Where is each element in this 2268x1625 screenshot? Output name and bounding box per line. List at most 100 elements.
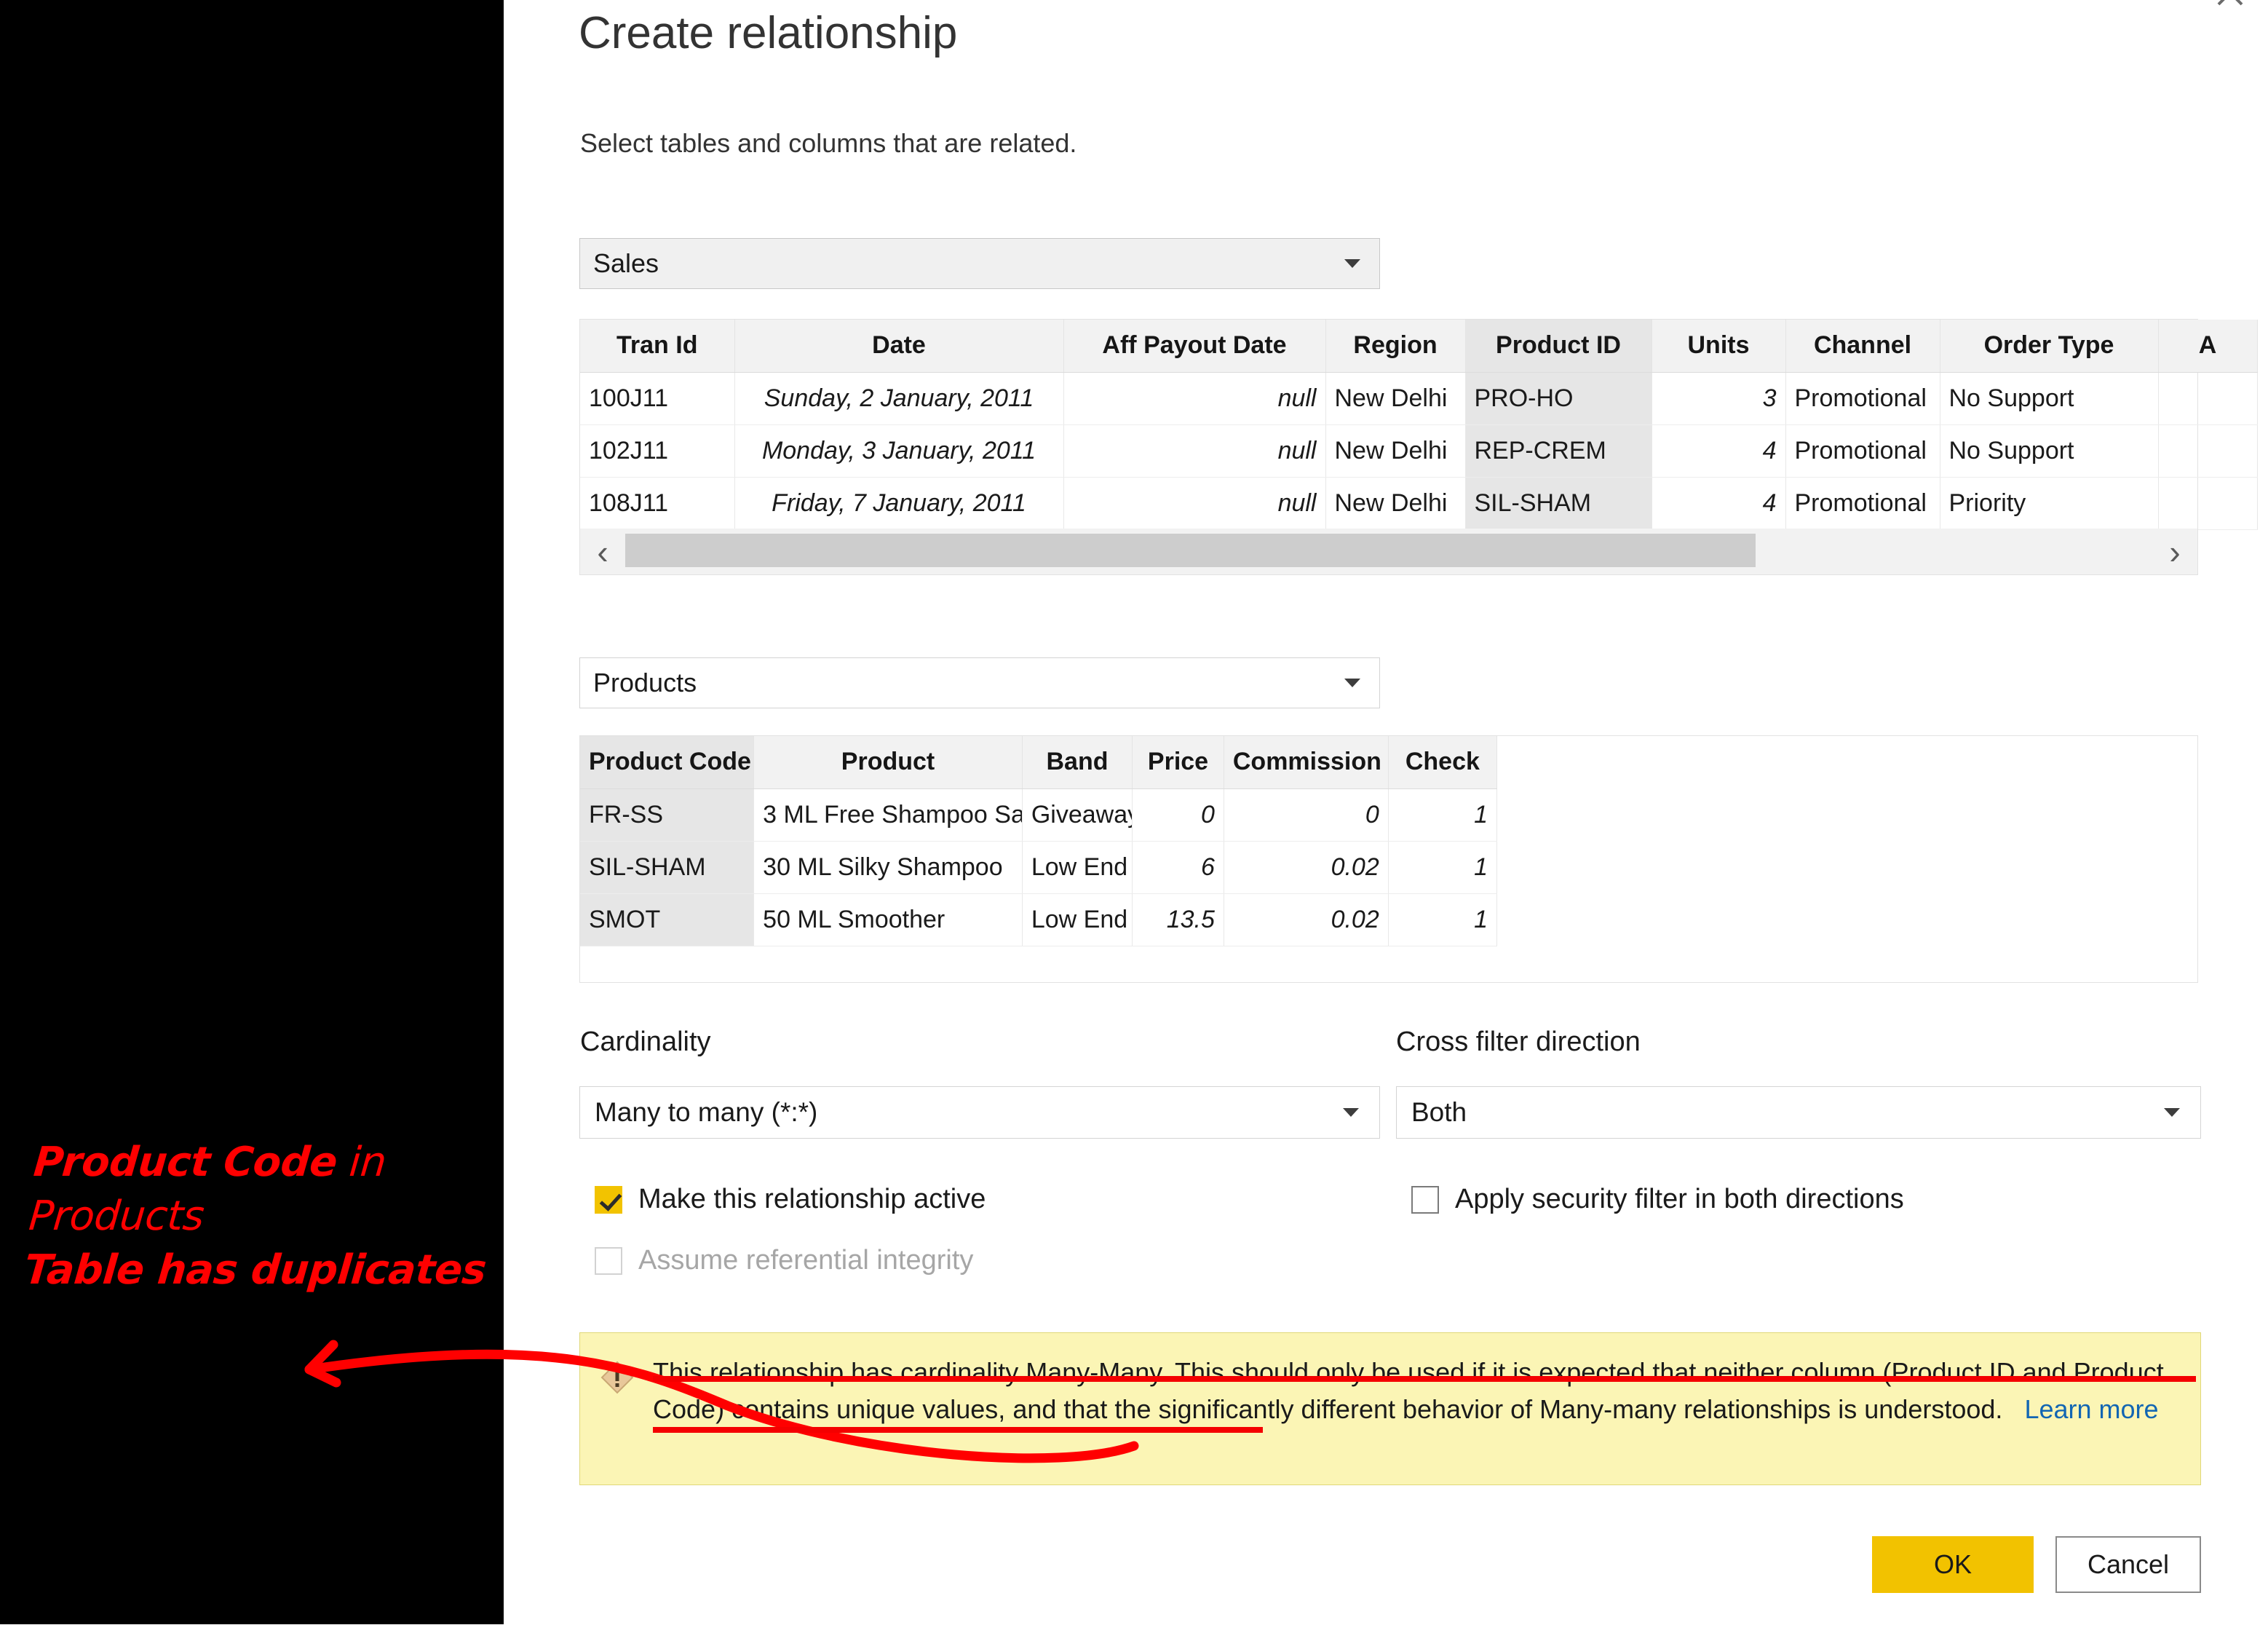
make-relationship-active-label: Make this relationship active (638, 1184, 986, 1214)
related-table-select[interactable]: Products (579, 657, 1380, 708)
cell-tran-id: 102J11 (580, 424, 735, 478)
ok-button[interactable]: OK (1872, 1536, 2034, 1593)
cell-band: Low End (1022, 841, 1133, 894)
cell-region: New Delhi (1325, 372, 1466, 425)
table-row[interactable]: FR-SS 3 ML Free Shampoo Sachet Giveaways… (580, 788, 1498, 842)
table-row[interactable]: SIL-SHAM 30 ML Silky Shampoo Low End 6 0… (580, 841, 1498, 894)
cell-extra (2158, 372, 2258, 425)
cell-product-code: SIL-SHAM (580, 841, 755, 894)
col-channel[interactable]: Channel (1785, 320, 1940, 373)
table-row[interactable]: SMOT 50 ML Smoother Low End 13.5 0.02 1 (580, 893, 1498, 946)
cell-product-code: SMOT (580, 893, 755, 946)
cell-product-id: PRO-HO (1465, 372, 1652, 425)
scroll-left-icon[interactable]: ‹ (580, 529, 625, 574)
close-icon[interactable] (2208, 0, 2252, 22)
cross-filter-direction-label: Cross filter direction (1396, 1027, 1641, 1057)
col-extra[interactable]: A (2158, 320, 2258, 373)
apply-security-filter-label: Apply security filter in both directions (1455, 1184, 1904, 1214)
scrollbar-thumb[interactable] (625, 534, 1756, 567)
cell-channel: Promotional (1785, 424, 1940, 478)
make-relationship-active-checkbox[interactable] (595, 1185, 622, 1214)
page-title: Create relationship (579, 8, 958, 58)
warning-diamond-icon (600, 1361, 634, 1394)
table-row[interactable]: 100J11 Sunday, 2 January, 2011 null New … (580, 372, 2258, 425)
primary-table-grid[interactable]: Tran Id Date Aff Payout Date Region Prod… (579, 319, 2258, 531)
cardinality-select[interactable]: Many to many (*:*) (579, 1086, 1380, 1139)
cell-date: Friday, 7 January, 2011 (734, 477, 1064, 530)
cell-date: Monday, 3 January, 2011 (734, 424, 1064, 478)
cross-filter-direction-select[interactable]: Both (1396, 1086, 2201, 1139)
cell-region: New Delhi (1325, 477, 1466, 530)
cell-units: 3 (1652, 372, 1786, 425)
primary-table-value: Sales (593, 248, 659, 278)
primary-table-select[interactable]: Sales (579, 238, 1380, 289)
cell-commission: 0.02 (1224, 841, 1389, 894)
assume-referential-integrity-row: Assume referential integrity (595, 1245, 973, 1276)
assume-referential-integrity-label: Assume referential integrity (638, 1245, 974, 1276)
chevron-down-icon (2164, 1108, 2180, 1117)
cell-tran-id: 108J11 (580, 477, 735, 530)
cross-filter-value: Both (1411, 1097, 1467, 1127)
col-band[interactable]: Band (1022, 736, 1133, 789)
cell-commission: 0.02 (1224, 893, 1389, 946)
cell-product-id: REP-CREM (1465, 424, 1652, 478)
make-relationship-active-row[interactable]: Make this relationship active (595, 1184, 986, 1215)
cell-date: Sunday, 2 January, 2011 (734, 372, 1064, 425)
apply-security-filter-row[interactable]: Apply security filter in both directions (1411, 1184, 1904, 1215)
cell-product: 30 ML Silky Shampoo (753, 841, 1023, 894)
cell-check: 1 (1388, 893, 1498, 946)
cancel-button[interactable]: Cancel (2055, 1536, 2201, 1593)
related-table-grid[interactable]: Product Code Product Band Price Commissi… (579, 735, 2198, 983)
scroll-right-icon[interactable]: › (2152, 529, 2197, 574)
apply-security-filter-checkbox[interactable] (1411, 1185, 1439, 1214)
related-table-value: Products (593, 668, 697, 697)
cell-order-type: Priority (1940, 477, 2159, 530)
table-row[interactable]: 108J11 Friday, 7 January, 2011 null New … (580, 477, 2258, 530)
table-row[interactable]: 102J11 Monday, 3 January, 2011 null New … (580, 424, 2258, 478)
cell-units: 4 (1652, 424, 1786, 478)
cell-order-type: No Support (1940, 372, 2159, 425)
col-aff-payout-date[interactable]: Aff Payout Date (1063, 320, 1326, 373)
warning-message: This relationship has cardinality Many-M… (653, 1353, 2181, 1428)
cell-product: 3 ML Free Shampoo Sachet (753, 788, 1023, 842)
cardinality-label: Cardinality (580, 1027, 711, 1057)
cardinality-warning-banner: This relationship has cardinality Many-M… (579, 1332, 2201, 1485)
col-product[interactable]: Product (753, 736, 1023, 789)
scrollbar-track[interactable] (625, 529, 2152, 574)
col-order-type[interactable]: Order Type (1940, 320, 2159, 373)
cell-product: 50 ML Smoother (753, 893, 1023, 946)
chevron-down-icon (1344, 259, 1360, 268)
col-product-id[interactable]: Product ID (1465, 320, 1652, 373)
cell-units: 4 (1652, 477, 1786, 530)
col-check[interactable]: Check (1388, 736, 1498, 789)
learn-more-link[interactable]: Learn more (2024, 1394, 2158, 1424)
col-commission[interactable]: Commission (1224, 736, 1389, 789)
col-product-code[interactable]: Product Code (580, 736, 755, 789)
col-price[interactable]: Price (1132, 736, 1224, 789)
table-header-row: Tran Id Date Aff Payout Date Region Prod… (580, 320, 2258, 373)
cell-check: 1 (1388, 841, 1498, 894)
cell-channel: Promotional (1785, 477, 1940, 530)
col-date[interactable]: Date (734, 320, 1064, 373)
cell-price: 6 (1132, 841, 1224, 894)
assume-referential-integrity-checkbox (595, 1246, 622, 1275)
table-header-row: Product Code Product Band Price Commissi… (580, 736, 1498, 789)
col-region[interactable]: Region (1325, 320, 1466, 373)
cell-product-code: FR-SS (580, 788, 755, 842)
primary-table-horizontal-scrollbar[interactable]: ‹ › (579, 529, 2198, 575)
col-tran-id[interactable]: Tran Id (580, 320, 735, 373)
cell-price: 0 (1132, 788, 1224, 842)
cell-order-type: No Support (1940, 424, 2159, 478)
cell-price: 13.5 (1132, 893, 1224, 946)
warning-message-text: This relationship has cardinality Many-M… (653, 1357, 2164, 1425)
cell-channel: Promotional (1785, 372, 1940, 425)
cell-product-id: SIL-SHAM (1465, 477, 1652, 530)
col-units[interactable]: Units (1652, 320, 1786, 373)
cell-aff-payout: null (1063, 424, 1326, 478)
cell-check: 1 (1388, 788, 1498, 842)
cell-extra (2158, 477, 2258, 530)
black-occluder-panel (0, 0, 504, 1624)
page-subtitle: Select tables and columns that are relat… (580, 128, 1077, 158)
cell-aff-payout: null (1063, 477, 1326, 530)
cell-aff-payout: null (1063, 372, 1326, 425)
